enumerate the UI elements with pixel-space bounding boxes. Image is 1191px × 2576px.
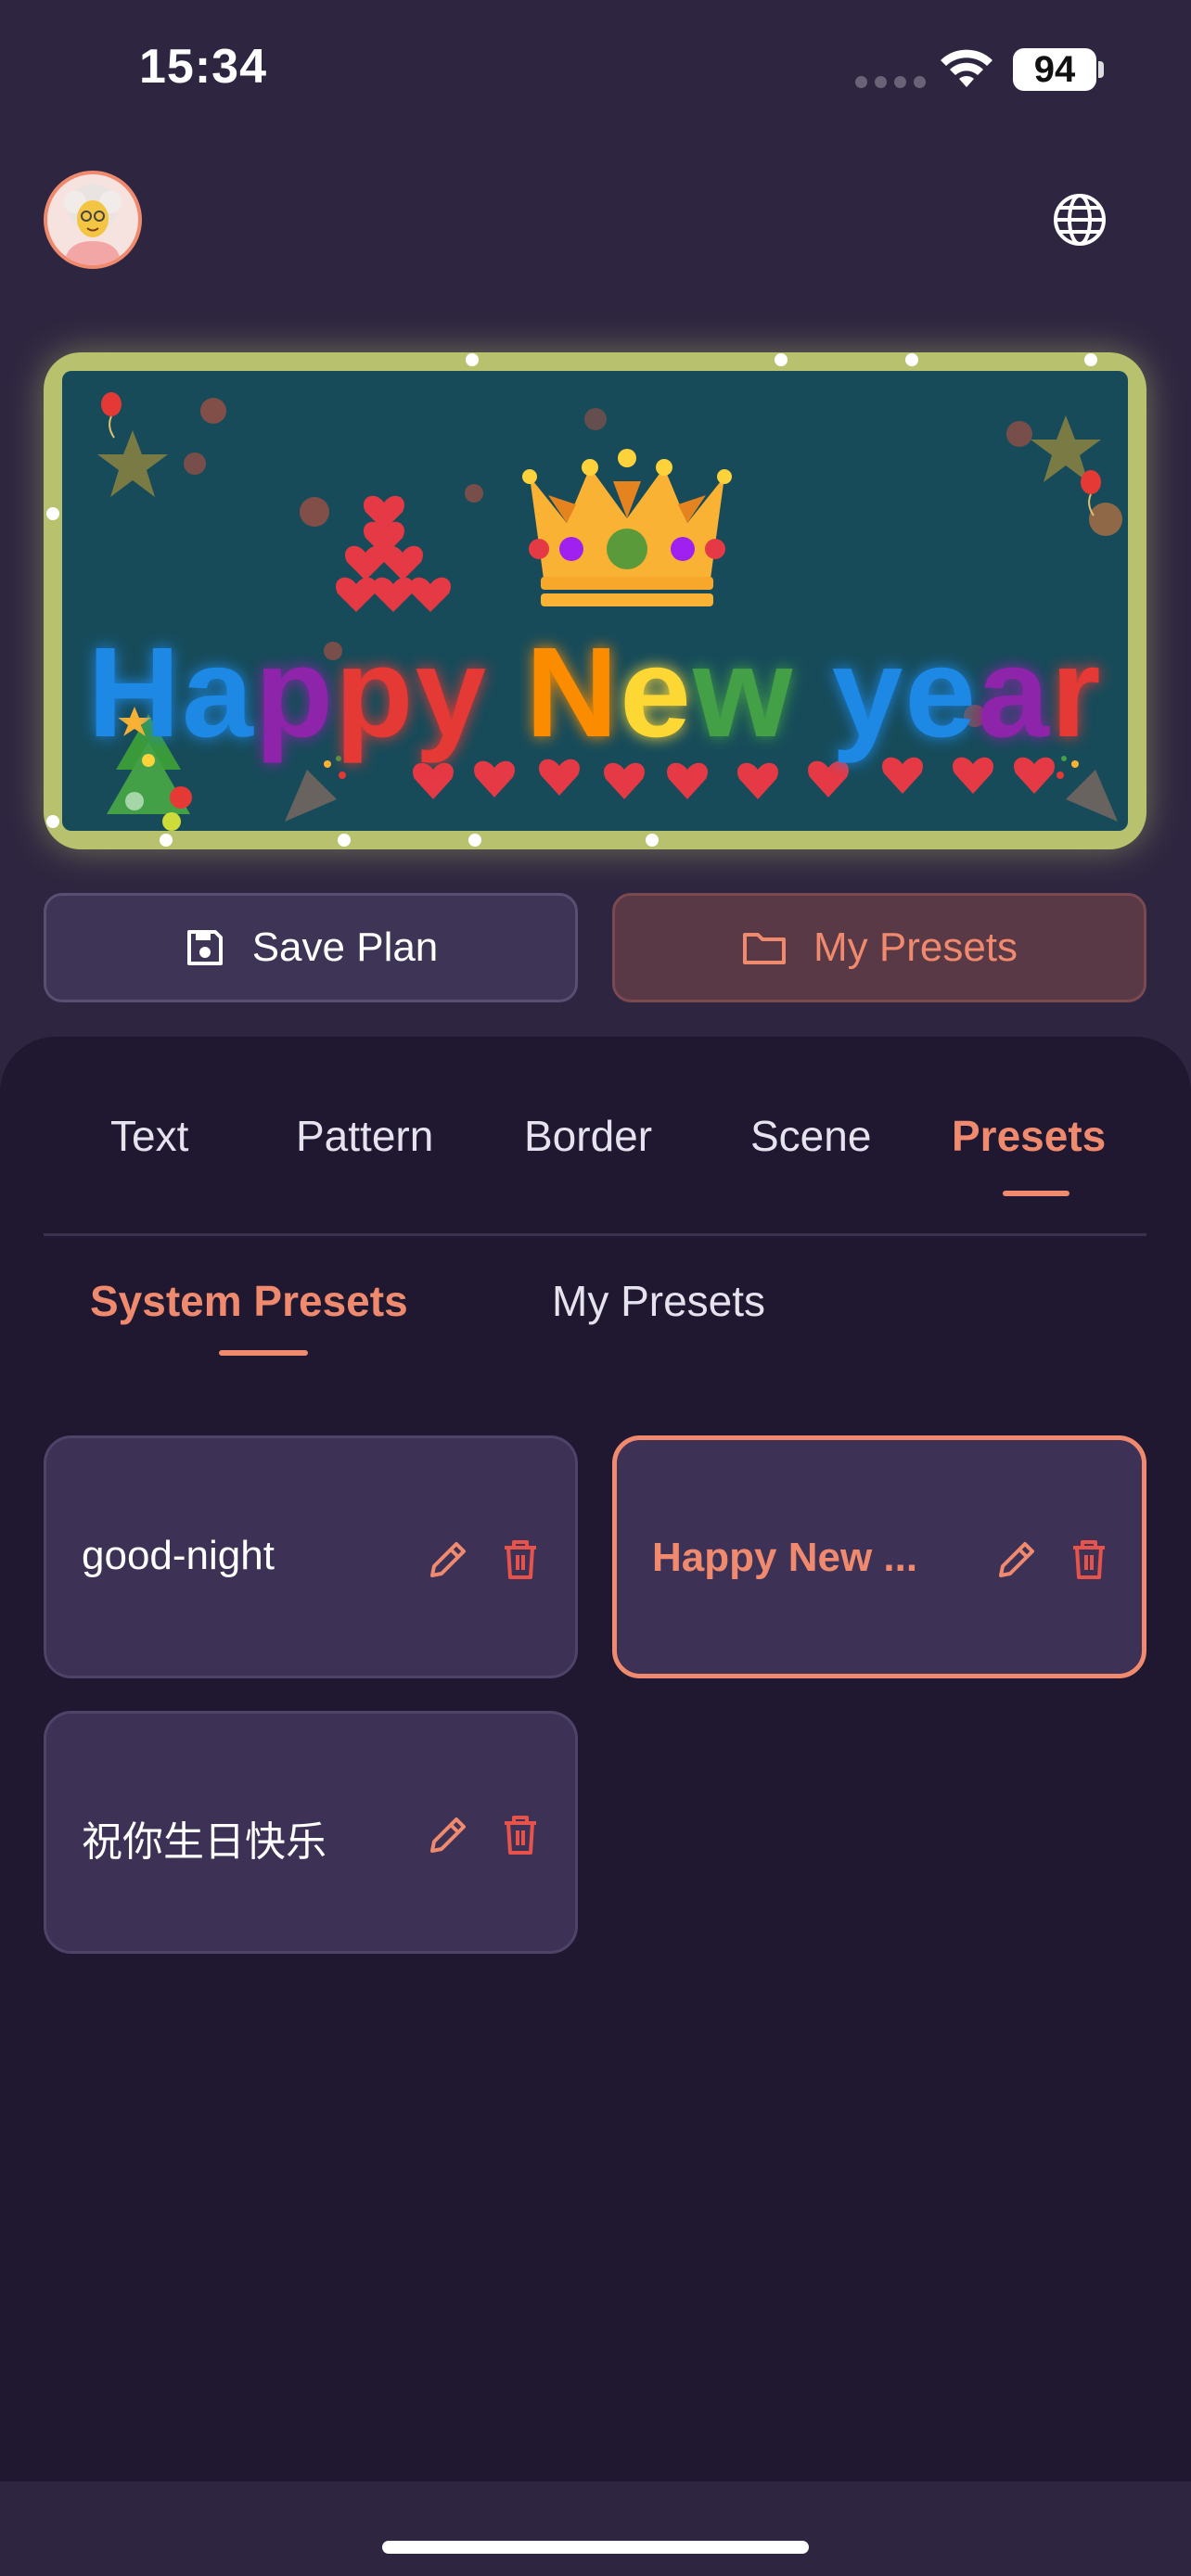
preset-card[interactable]: 祝你生日快乐: [44, 1711, 578, 1954]
subtab-system-presets[interactable]: System Presets: [90, 1276, 408, 1326]
battery-nub: [1098, 61, 1104, 78]
preset-name: good-night: [82, 1533, 275, 1578]
preset-card-selected[interactable]: Happy New ...: [612, 1435, 1146, 1678]
edit-icon[interactable]: [425, 1537, 471, 1583]
avatar-icon: [64, 184, 122, 265]
tab-border[interactable]: Border: [524, 1111, 652, 1161]
preset-card[interactable]: good-night: [44, 1435, 578, 1678]
edit-icon[interactable]: [993, 1537, 1040, 1583]
border-lights: [46, 353, 1097, 847]
my-presets-button[interactable]: My Presets: [612, 893, 1146, 1002]
save-plan-label: Save Plan: [251, 925, 439, 970]
globe-icon[interactable]: [1051, 191, 1108, 249]
tab-bar: Text Pattern Border Scene Presets: [44, 1066, 1146, 1236]
active-tab-indicator: [1003, 1191, 1069, 1196]
bottom-bar: [0, 2481, 1191, 2576]
delete-icon[interactable]: [497, 1812, 544, 1858]
folder-icon: [742, 933, 786, 964]
status-time: 15:34: [139, 40, 267, 94]
preset-name: Happy New ...: [652, 1535, 918, 1580]
tab-presets[interactable]: Presets: [952, 1111, 1106, 1161]
tab-text[interactable]: Text: [110, 1111, 188, 1161]
edit-icon[interactable]: [425, 1812, 471, 1858]
my-presets-label: My Presets: [813, 925, 1018, 970]
save-icon: [186, 930, 223, 965]
banner-preview[interactable]: Happy New year: [44, 352, 1146, 849]
cellular-signal-icon: [855, 76, 926, 88]
delete-icon[interactable]: [1066, 1537, 1112, 1583]
subtab-my-presets[interactable]: My Presets: [552, 1276, 765, 1326]
tab-scene[interactable]: Scene: [750, 1111, 871, 1161]
active-subtab-indicator: [219, 1350, 308, 1356]
home-indicator[interactable]: [382, 2541, 809, 2554]
wifi-icon: [941, 49, 992, 87]
delete-icon[interactable]: [497, 1537, 544, 1583]
battery-icon: 94: [1013, 48, 1096, 91]
preset-name: 祝你生日快乐: [82, 1818, 327, 1866]
tab-pattern[interactable]: Pattern: [296, 1111, 433, 1161]
status-bar: 15:34 94: [0, 0, 1191, 139]
save-plan-button[interactable]: Save Plan: [44, 893, 578, 1002]
avatar[interactable]: [44, 171, 142, 269]
